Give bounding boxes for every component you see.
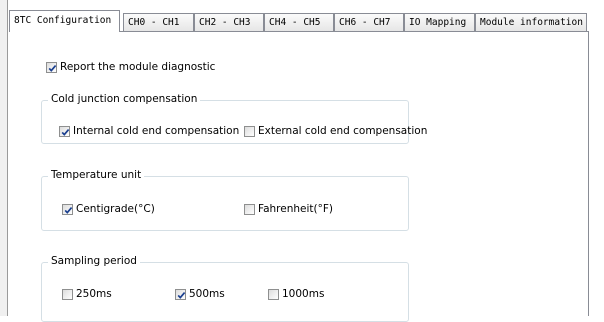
tab-panel-8tc-configuration: Report the module diagnostic Cold juncti…: [10, 32, 588, 322]
fahrenheit-label: Fahrenheit(°F): [258, 203, 333, 215]
checkmark-icon: [48, 65, 57, 72]
centigrade-checkbox[interactable]: [62, 204, 73, 215]
tab-io-mapping[interactable]: IO Mapping: [404, 13, 475, 31]
internal-cold-end-checkbox[interactable]: [59, 126, 70, 137]
external-cold-end-checkbox[interactable]: [244, 126, 255, 137]
checkmark-icon: [177, 292, 186, 299]
tab-label: 8TC Configuration: [14, 15, 112, 26]
tab-label: CH2 - CH3: [199, 17, 251, 28]
tab-ch0-ch1[interactable]: CH0 - CH1: [123, 13, 194, 31]
report-diagnostic-checkbox[interactable]: [46, 62, 57, 73]
cold-junction-group: [41, 100, 409, 144]
tab-label: CH6 - CH7: [339, 17, 391, 28]
external-cold-end-label: External cold end compensation: [258, 125, 428, 137]
fahrenheit-checkbox[interactable]: [244, 204, 255, 215]
tab-ch2-ch3[interactable]: CH2 - CH3: [194, 13, 264, 31]
sampling-500ms-label: 500ms: [189, 288, 225, 300]
tab-label: IO Mapping: [409, 17, 467, 28]
tab-label: CH0 - CH1: [128, 17, 180, 28]
cold-junction-group-title: Cold junction compensation: [48, 93, 201, 105]
tab-panel-right-border: [588, 31, 589, 316]
sampling-250ms-label: 250ms: [76, 288, 112, 300]
tab-label: Module information: [480, 17, 583, 28]
checkmark-icon: [64, 207, 73, 214]
sampling-500ms-checkbox[interactable]: [175, 289, 186, 300]
tab-ch4-ch5[interactable]: CH4 - CH5: [264, 13, 334, 31]
sampling-250ms-checkbox[interactable]: [62, 289, 73, 300]
tab-module-information[interactable]: Module information: [475, 13, 587, 31]
centigrade-label: Centigrade(°C): [76, 203, 155, 215]
report-diagnostic-label: Report the module diagnostic: [60, 61, 216, 73]
tab-ch6-ch7[interactable]: CH6 - CH7: [334, 13, 404, 31]
temperature-unit-group-title: Temperature unit: [48, 169, 145, 181]
internal-cold-end-label: Internal cold end compensation: [73, 125, 240, 137]
tab-label: CH4 - CH5: [269, 17, 321, 28]
sampling-1000ms-label: 1000ms: [282, 288, 325, 300]
window-left-border: [0, 0, 8, 316]
tab-8tc-configuration[interactable]: 8TC Configuration: [9, 10, 120, 32]
tab-strip: 8TC Configuration CH0 - CH1 CH2 - CH3 CH…: [9, 10, 604, 32]
sampling-period-group-title: Sampling period: [48, 255, 140, 267]
sampling-1000ms-checkbox[interactable]: [268, 289, 279, 300]
checkmark-icon: [61, 129, 70, 136]
